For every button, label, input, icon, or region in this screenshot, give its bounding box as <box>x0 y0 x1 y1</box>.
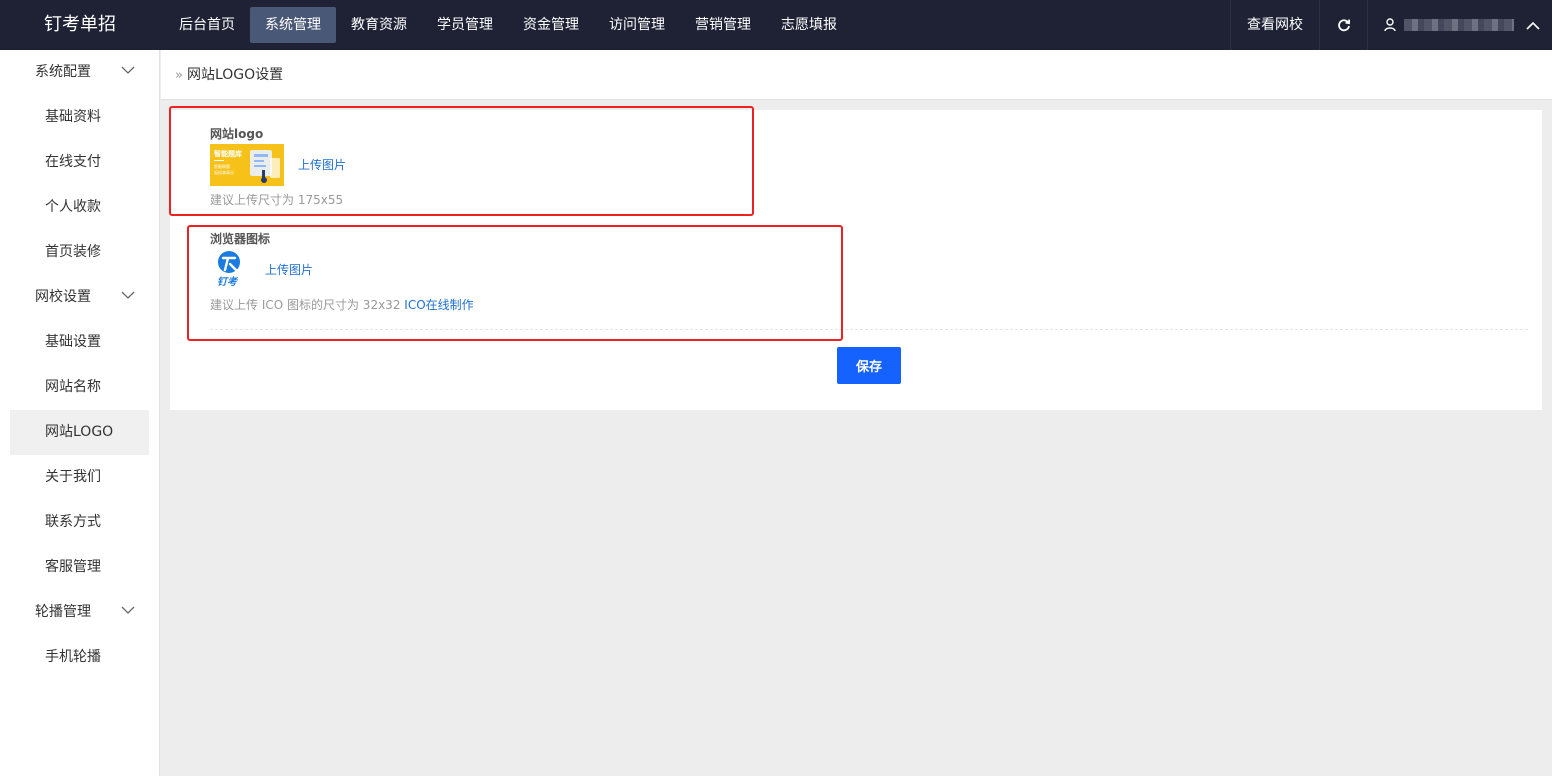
sidebar-item-about-us[interactable]: 关于我们 <box>0 455 159 500</box>
nav-item-system[interactable]: 系统管理 <box>250 7 336 43</box>
logo-preview-title: 智能题库 <box>214 149 242 158</box>
brand-title[interactable]: 钉考单招 <box>0 0 160 50</box>
favicon-hint: 建议上传 ICO 图标的尺寸为 32x32 ICO在线制作 <box>210 296 474 313</box>
user-name-redacted <box>1404 19 1514 31</box>
favicon-preview-image: 钉考 <box>217 251 240 288</box>
chevron-up-icon <box>1526 21 1540 30</box>
sidebar-item-basic-settings[interactable]: 基础设置 <box>0 320 159 365</box>
sidebar-item-mobile-carousel[interactable]: 手机轮播 <box>0 635 159 680</box>
site-logo-label: 网站logo <box>210 127 264 141</box>
breadcrumb: » 网站LOGO设置 <box>175 50 283 100</box>
logo-preview-image: 智能题库 智能刷题 轻松拿高分 <box>210 144 284 186</box>
top-right-tools: 查看网校 <box>1230 0 1552 50</box>
logo-preview-line1: 智能刷题 <box>214 163 230 169</box>
sidebar-group-label: 轮播管理 <box>35 604 91 620</box>
chevron-down-icon <box>121 66 135 74</box>
favicon-preview-text: 钉考 <box>217 276 239 288</box>
nav-item-education[interactable]: 教育资源 <box>336 7 422 43</box>
logo-settings-panel: 网站logo 智能题库 智能刷题 轻松拿高分 上传图片 建议上传尺寸为 175x… <box>170 110 1542 410</box>
nav-item-volunteer[interactable]: 志愿填报 <box>766 7 852 43</box>
chevron-down-icon <box>121 291 135 299</box>
sidebar-item-personal-receipt[interactable]: 个人收款 <box>0 185 159 230</box>
view-site-button[interactable]: 查看网校 <box>1230 0 1319 50</box>
nav-item-students[interactable]: 学员管理 <box>422 7 508 43</box>
refresh-icon <box>1337 19 1350 32</box>
user-icon <box>1384 18 1396 32</box>
breadcrumb-bar: » 网站LOGO设置 <box>161 50 1552 100</box>
sidebar-item-contact[interactable]: 联系方式 <box>0 500 159 545</box>
top-nav: 后台首页 系统管理 教育资源 学员管理 资金管理 访问管理 营销管理 志愿填报 <box>164 7 852 43</box>
site-logo-preview[interactable]: 智能题库 智能刷题 轻松拿高分 <box>210 144 284 186</box>
nav-item-access[interactable]: 访问管理 <box>594 7 680 43</box>
sidebar-group-school-settings[interactable]: 网校设置 <box>0 275 159 320</box>
chevron-down-icon <box>121 606 135 614</box>
ico-online-maker-link[interactable]: ICO在线制作 <box>404 298 473 312</box>
nav-item-home[interactable]: 后台首页 <box>164 7 250 43</box>
double-chevron-right-icon: » <box>175 68 183 83</box>
form-divider <box>210 329 1528 330</box>
user-menu[interactable] <box>1367 0 1552 50</box>
save-button[interactable]: 保存 <box>837 347 901 384</box>
top-navbar: 钉考单招 后台首页 系统管理 教育资源 学员管理 资金管理 访问管理 营销管理 … <box>0 0 1552 50</box>
sidebar-group-system-config[interactable]: 系统配置 <box>0 50 159 95</box>
nav-item-marketing[interactable]: 营销管理 <box>680 7 766 43</box>
browser-icon-label: 浏览器图标 <box>210 232 271 246</box>
nav-item-finance[interactable]: 资金管理 <box>508 7 594 43</box>
refresh-button[interactable] <box>1319 0 1367 50</box>
breadcrumb-current: 网站LOGO设置 <box>186 67 284 83</box>
upload-logo-link[interactable]: 上传图片 <box>298 156 346 173</box>
browser-icon-preview[interactable]: 钉考 <box>216 249 242 289</box>
sidebar: 系统配置 基础资料 在线支付 个人收款 首页装修 网校设置 基础设置 网站名称 … <box>0 50 160 776</box>
sidebar-item-site-name[interactable]: 网站名称 <box>0 365 159 410</box>
sidebar-item-homepage-decor[interactable]: 首页装修 <box>0 230 159 275</box>
logo-preview-line2: 轻松拿高分 <box>214 169 234 175</box>
sidebar-group-label: 网校设置 <box>35 289 91 305</box>
sidebar-item-basic-info[interactable]: 基础资料 <box>0 95 159 140</box>
upload-favicon-link[interactable]: 上传图片 <box>265 261 313 278</box>
sidebar-item-site-logo[interactable]: 网站LOGO <box>10 410 149 455</box>
sidebar-item-customer-service[interactable]: 客服管理 <box>0 545 159 590</box>
sidebar-item-online-pay[interactable]: 在线支付 <box>0 140 159 185</box>
sidebar-group-carousel[interactable]: 轮播管理 <box>0 590 159 635</box>
sidebar-group-label: 系统配置 <box>35 64 91 80</box>
logo-size-hint: 建议上传尺寸为 175x55 <box>210 193 344 207</box>
favicon-size-hint: 建议上传 ICO 图标的尺寸为 32x32 <box>210 298 401 312</box>
